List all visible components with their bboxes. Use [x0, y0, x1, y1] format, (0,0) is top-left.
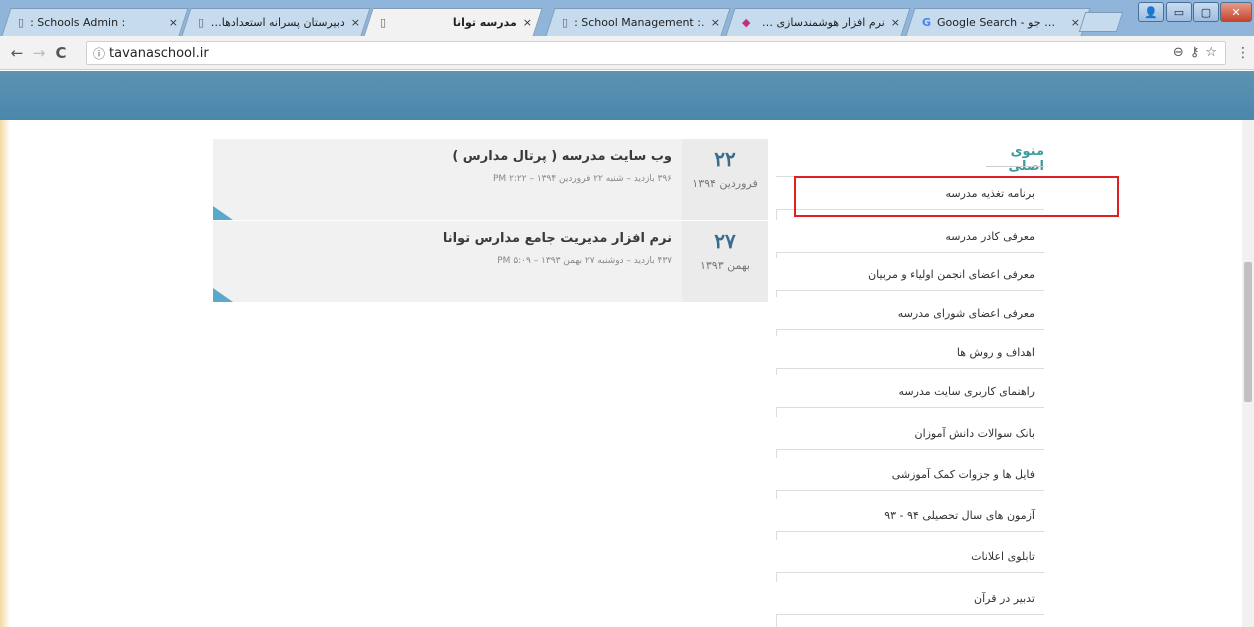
star-icon[interactable]: ☆ — [1205, 45, 1217, 60]
forward-button[interactable]: → — [28, 44, 50, 62]
tab-title: Google Search - سوپ جو — [937, 15, 1065, 29]
minimize-button[interactable]: ▭ — [1166, 2, 1192, 22]
post-title[interactable]: وب سایت مدرسه ( پرتال مدارس ) — [232, 149, 672, 164]
menu-icon[interactable]: ⋮ — [1236, 45, 1250, 61]
page-background-edge — [0, 120, 10, 627]
tab-title: : Schools Admin : — [30, 15, 126, 29]
post-body: وب سایت مدرسه ( پرتال مدارس ) ۳۹۶ بازدید… — [232, 149, 672, 184]
main-menu-heading: منوی اصلی — [1008, 144, 1044, 174]
close-icon[interactable]: × — [523, 16, 532, 29]
close-icon[interactable]: × — [891, 16, 900, 29]
post-meta: ۴۳۷ بازدید – دوشنبه ۲۷ بهمن ۱۳۹۳ – ۵:۰۹ … — [497, 256, 672, 266]
menu-item-parents-association[interactable]: معرفی اعضای انجمن اولیاء و مربیان — [776, 258, 1044, 291]
highlight-box — [794, 176, 1119, 217]
zoom-icon[interactable]: ⊖ — [1173, 45, 1184, 60]
app-icon: ◆ — [742, 15, 751, 29]
post-date: ۲۷ بهمن ۱۳۹۳ — [682, 221, 768, 302]
tab-title: نرم افزار هوشمندسازی مدارس — [756, 15, 885, 29]
site-banner — [0, 71, 1254, 120]
tab-title: : School Management :. — [574, 15, 705, 29]
post-date: ۲۲ فروردین ۱۳۹۴ — [682, 139, 768, 220]
menu-item-files[interactable]: فایل ها و جزوات کمک آموزشی — [776, 458, 1044, 491]
post-month: فروردین ۱۳۹۴ — [692, 177, 758, 190]
url-text: tavanaschool.ir — [109, 45, 209, 61]
tab-schools-admin[interactable]: ▯ : Schools Admin : × — [10, 8, 186, 36]
post-body: نرم افزار مدیریت جامع مدارس توانا ۴۳۷ با… — [232, 231, 672, 266]
browser-toolbar: ← → C ⓘ tavanaschool.ir ⊖ ⚷ ☆ ⋮ — [0, 36, 1254, 70]
reload-button[interactable]: C — [50, 44, 72, 62]
info-icon[interactable]: ⓘ — [93, 45, 105, 62]
tab-dabirestan[interactable]: ▯ دبیرستان پسرانه استعدادهای درخ × — [190, 8, 368, 36]
post-day: ۲۲ — [714, 147, 736, 171]
menu-item-quran[interactable]: تدبیر در قرآن — [776, 582, 1044, 615]
menu-item-question-bank[interactable]: بانک سوالات دانش آموزان — [776, 417, 1044, 450]
close-icon[interactable]: × — [1071, 16, 1080, 29]
new-tab-button[interactable] — [1078, 12, 1124, 32]
post-meta: ۳۹۶ بازدید – شنبه ۲۲ فروردین ۱۳۹۴ – ۲:۲۲… — [492, 174, 672, 184]
post-title[interactable]: نرم افزار مدیریت جامع مدارس توانا — [232, 231, 672, 246]
menu-item-staff[interactable]: معرفی کادر مدرسه — [776, 220, 1044, 253]
address-bar[interactable]: ⓘ tavanaschool.ir ⊖ ⚷ ☆ — [86, 41, 1226, 65]
page-icon: ▯ — [380, 15, 387, 29]
tab-title: دبیرستان پسرانه استعدادهای درخ — [210, 15, 345, 29]
news-post[interactable]: ۲۲ فروردین ۱۳۹۴ وب سایت مدرسه ( پرتال مد… — [213, 139, 768, 220]
tab-title: مدرسه توانا — [452, 15, 517, 29]
tab-strip: ▯ : Schools Admin : × ▯ دبیرستان پسرانه … — [0, 0, 1254, 37]
key-icon[interactable]: ⚷ — [1190, 45, 1200, 60]
news-post[interactable]: ۲۷ بهمن ۱۳۹۳ نرم افزار مدیریت جامع مدارس… — [213, 221, 768, 302]
maximize-button[interactable]: ▢ — [1193, 2, 1219, 22]
close-icon[interactable]: × — [711, 16, 720, 29]
google-icon: G — [922, 15, 932, 29]
post-month: بهمن ۱۳۹۳ — [699, 259, 750, 272]
menu-item-user-guide[interactable]: راهنمای کاربری سایت مدرسه — [776, 375, 1044, 408]
heading-underline — [986, 166, 1044, 167]
menu-item-goals[interactable]: اهداف و روش ها — [776, 336, 1044, 369]
post-day: ۲۷ — [714, 229, 736, 253]
user-icon[interactable]: 👤 — [1138, 2, 1164, 22]
back-button[interactable]: ← — [6, 44, 28, 62]
omnibox-actions: ⊖ ⚷ ☆ — [1173, 45, 1217, 60]
tab-school-management[interactable]: ▯ : School Management :. × — [554, 8, 728, 36]
close-icon[interactable]: × — [169, 16, 178, 29]
close-icon[interactable]: × — [351, 16, 360, 29]
tab-madrese-tavana[interactable]: ▯ مدرسه توانا × — [372, 8, 540, 36]
post-corner-decoration — [213, 206, 233, 220]
window-close-button[interactable]: ✕ — [1220, 2, 1252, 22]
page-icon: ▯ — [18, 15, 25, 29]
tab-google-search[interactable]: G Google Search - سوپ جو × — [914, 8, 1088, 36]
post-corner-decoration — [213, 288, 233, 302]
menu-item-school-council[interactable]: معرفی اعضای شورای مدرسه — [776, 297, 1044, 330]
tab-narmafzar[interactable]: ◆ نرم افزار هوشمندسازی مدارس × — [734, 8, 908, 36]
page-icon: ▯ — [198, 15, 205, 29]
menu-item-exams[interactable]: آزمون های سال تحصیلی ۹۴ - ۹۳ — [776, 499, 1044, 532]
page-icon: ▯ — [562, 15, 569, 29]
scrollbar-thumb[interactable] — [1244, 262, 1252, 402]
menu-item-bulletin-board[interactable]: تابلوی اعلانات — [776, 540, 1044, 573]
